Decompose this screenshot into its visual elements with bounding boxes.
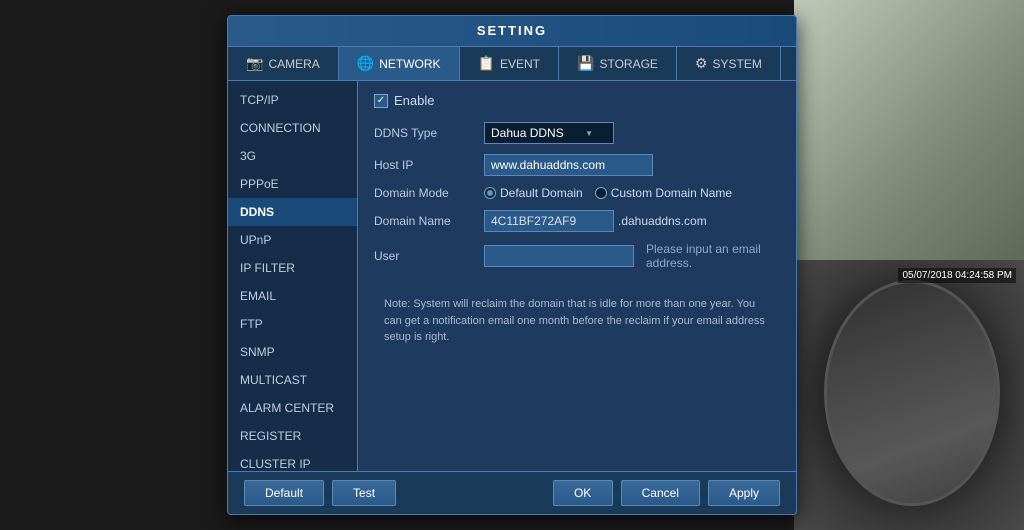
enable-label: Enable xyxy=(394,93,434,108)
ok-button[interactable]: OK xyxy=(553,480,613,506)
user-label: User xyxy=(374,249,484,263)
dialog-title: SETTING xyxy=(477,23,547,38)
camera-tab-icon: 📷 xyxy=(246,55,263,72)
note-section: Note: System will reclaim the domain tha… xyxy=(374,286,780,356)
sidebar-item-snmp[interactable]: SNMP xyxy=(228,338,357,366)
domain-mode-row: Domain Mode Default Domain Custom Domain… xyxy=(374,186,780,200)
sidebar-item-multicast[interactable]: MULTICAST xyxy=(228,366,357,394)
radio-custom-circle xyxy=(595,187,607,199)
note-text: Note: System will reclaim the domain tha… xyxy=(384,298,765,343)
ddns-type-label: DDNS Type xyxy=(374,126,484,140)
ddns-panel: Enable DDNS Type Dahua DDNS Host IP xyxy=(358,81,796,471)
tab-network-label: NETWORK xyxy=(379,57,440,71)
domain-suffix: .dahuaddns.com xyxy=(618,214,707,228)
footer-left-buttons: Default Test xyxy=(244,480,396,506)
tab-camera-label: CAMERA xyxy=(268,57,319,71)
tab-camera[interactable]: 📷 CAMERA xyxy=(228,47,339,80)
enable-row: Enable xyxy=(374,93,780,108)
event-tab-icon: 📋 xyxy=(478,55,495,72)
radio-default-label: Default Domain xyxy=(500,186,583,200)
radio-custom-domain[interactable]: Custom Domain Name xyxy=(595,186,732,200)
enable-checkbox[interactable] xyxy=(374,94,388,108)
domain-mode-label: Domain Mode xyxy=(374,186,484,200)
ddns-type-control: Dahua DDNS xyxy=(484,122,780,144)
sidebar-item-ddns[interactable]: DDNS xyxy=(228,198,357,226)
default-button[interactable]: Default xyxy=(244,480,324,506)
network-sidebar: TCP/IP CONNECTION 3G PPPoE DDNS UPnP xyxy=(228,81,358,471)
tab-storage-label: STORAGE xyxy=(599,57,657,71)
tab-event[interactable]: 📋 EVENT xyxy=(460,47,559,80)
sidebar-item-pppoe[interactable]: PPPoE xyxy=(228,170,357,198)
tab-system[interactable]: ⚙ SYSTEM xyxy=(677,47,781,80)
dialog-content: TCP/IP CONNECTION 3G PPPoE DDNS UPnP xyxy=(228,81,796,471)
host-ip-row: Host IP xyxy=(374,154,780,176)
sidebar-item-alarm-center[interactable]: ALARM CENTER xyxy=(228,394,357,422)
tab-storage[interactable]: 💾 STORAGE xyxy=(559,47,677,80)
dialog-titlebar: SETTING xyxy=(228,16,796,47)
host-ip-label: Host IP xyxy=(374,158,484,172)
domain-mode-control: Default Domain Custom Domain Name xyxy=(484,186,780,200)
apply-button[interactable]: Apply xyxy=(708,480,780,506)
domain-name-row: Domain Name .dahuaddns.com xyxy=(374,210,780,232)
radio-default-circle xyxy=(484,187,496,199)
user-control: Please input an email address. xyxy=(484,242,780,270)
sidebar-item-3g[interactable]: 3G xyxy=(228,142,357,170)
domain-name-input[interactable] xyxy=(484,210,614,232)
network-tab-icon: 🌐 xyxy=(357,55,374,72)
user-placeholder: Please input an email address. xyxy=(646,242,780,270)
ddns-type-value: Dahua DDNS xyxy=(491,126,564,140)
ddns-type-select[interactable]: Dahua DDNS xyxy=(484,122,614,144)
sidebar-item-ftp[interactable]: FTP xyxy=(228,310,357,338)
sidebar-item-upnp[interactable]: UPnP xyxy=(228,226,357,254)
host-ip-input[interactable] xyxy=(484,154,653,176)
ddns-type-row: DDNS Type Dahua DDNS xyxy=(374,122,780,144)
domain-name-control: .dahuaddns.com xyxy=(484,210,780,232)
dialog-footer: Default Test OK Cancel Apply xyxy=(228,471,796,514)
sidebar-item-ip-filter[interactable]: IP FILTER xyxy=(228,254,357,282)
user-row: User Please input an email address. xyxy=(374,242,780,270)
storage-tab-icon: 💾 xyxy=(577,55,594,72)
radio-default-domain[interactable]: Default Domain xyxy=(484,186,583,200)
cancel-button[interactable]: Cancel xyxy=(621,480,700,506)
sidebar-item-cluster-ip[interactable]: CLUSTER IP xyxy=(228,450,357,471)
test-button[interactable]: Test xyxy=(332,480,396,506)
footer-right-buttons: OK Cancel Apply xyxy=(553,480,780,506)
tab-bar: 📷 CAMERA 🌐 NETWORK 📋 EVENT 💾 STORAGE ⚙ S… xyxy=(228,47,796,81)
system-tab-icon: ⚙ xyxy=(695,55,708,72)
settings-dialog: SETTING 📷 CAMERA 🌐 NETWORK 📋 EVENT 💾 STO… xyxy=(227,15,797,515)
sidebar-item-connection[interactable]: CONNECTION xyxy=(228,114,357,142)
tab-event-label: EVENT xyxy=(500,57,540,71)
sidebar-item-email[interactable]: EMAIL xyxy=(228,282,357,310)
host-ip-control xyxy=(484,154,780,176)
radio-custom-label: Custom Domain Name xyxy=(611,186,732,200)
sidebar-item-tcp-ip[interactable]: TCP/IP xyxy=(228,86,357,114)
sidebar-item-register[interactable]: REGISTER xyxy=(228,422,357,450)
tab-network[interactable]: 🌐 NETWORK xyxy=(339,47,460,80)
user-input[interactable] xyxy=(484,245,634,267)
camera-timestamp: 05/07/2018 04:24:58 PM xyxy=(898,268,1016,283)
domain-name-label: Domain Name xyxy=(374,214,484,228)
tab-system-label: SYSTEM xyxy=(712,57,761,71)
